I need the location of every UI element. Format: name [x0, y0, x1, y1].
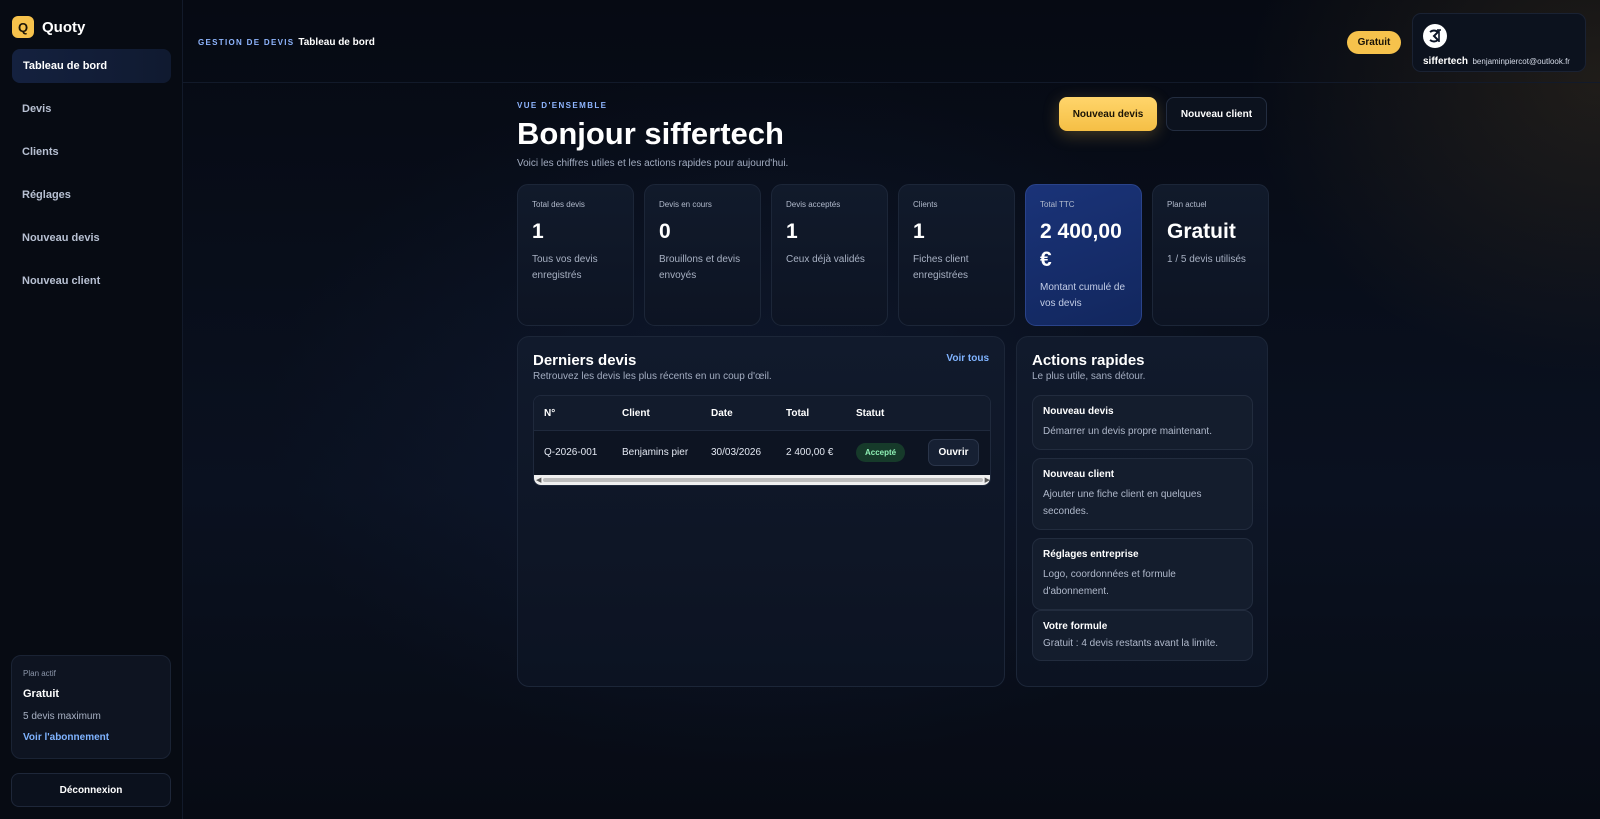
quick-action-your-plan[interactable]: Votre formule Gratuit : 4 devis restants… [1032, 610, 1253, 661]
see-all-link[interactable]: Voir tous [946, 353, 989, 364]
brand-logo-icon: Q [12, 16, 34, 38]
user-email: benjaminpiercot@outlook.fr [1472, 57, 1570, 66]
stat-label: Clients [913, 200, 938, 209]
stat-value: 1 [913, 220, 925, 243]
active-plan-card: Plan actif Gratuit 5 devis maximum Voir … [11, 655, 171, 759]
sidebar-item-new-client[interactable]: Nouveau client [12, 264, 171, 298]
quick-action-title: Nouveau devis [1043, 406, 1114, 417]
quick-actions-title: Actions rapides [1032, 352, 1145, 369]
stat-label: Devis en cours [659, 200, 712, 209]
quick-action-description: Logo, coordonnées et formule d'abonnemen… [1043, 569, 1176, 597]
column-header-client: Client [622, 407, 650, 419]
stat-card-current-plan: Plan actuel Gratuit 1 / 5 devis utilisés [1152, 184, 1269, 326]
scroll-left-arrow-icon[interactable]: ◀ [536, 476, 541, 484]
stat-label: Devis acceptés [786, 200, 841, 209]
stat-description: 1 / 5 devis utilisés [1167, 254, 1246, 265]
top-bar: GESTION DE DEVIS Tableau de bord Gratuit… [183, 0, 1600, 83]
stat-card-quotes-in-progress: Devis en cours 0 Brouillons et devis env… [644, 184, 761, 326]
quick-action-company-settings[interactable]: Réglages entreprise Logo, coordonnées et… [1032, 538, 1253, 610]
quick-action-title: Votre formule [1043, 621, 1108, 632]
stat-description: Montant cumulé de vos devis [1040, 282, 1126, 309]
breadcrumb-page: Tableau de bord [298, 37, 375, 48]
open-quote-button[interactable]: Ouvrir [928, 439, 979, 466]
scrollbar-thumb[interactable] [543, 478, 983, 482]
stat-label: Total TTC [1040, 200, 1075, 209]
recent-quotes-subtitle: Retrouvez les devis les plus récents en … [533, 371, 772, 382]
logout-button[interactable]: Déconnexion [11, 773, 171, 807]
plan-label: Plan actif [23, 669, 56, 678]
sidebar-nav: Tableau de bord Devis Clients Réglages N… [12, 49, 171, 307]
page-title: Bonjour siffertech [517, 116, 784, 151]
quote-number: Q-2026-001 [544, 447, 598, 458]
stat-card-total-ttc: Total TTC 2 400,00 € Montant cumulé de v… [1025, 184, 1142, 326]
new-quote-button[interactable]: Nouveau devis [1059, 97, 1157, 131]
stat-card-total-quotes: Total des devis 1 Tous vos devis enregis… [517, 184, 634, 326]
stat-value: Gratuit [1167, 220, 1236, 243]
stat-value: 0 [659, 220, 671, 243]
stat-value: 1 [786, 220, 798, 243]
quote-date: 30/03/2026 [711, 447, 762, 458]
sidebar: Q Quoty Tableau de bord Devis Clients Ré… [0, 0, 183, 819]
quote-total: 2 400,00 € [786, 447, 834, 458]
table-row[interactable]: Q-2026-001 Benjamins pier 30/03/2026 2 4… [534, 431, 990, 474]
recent-quotes-table: N° Client Date Total Statut Q-2026-001 B… [533, 395, 991, 486]
quote-client: Benjamins pier [622, 447, 689, 458]
quick-action-description: Ajouter une fiche client en quelques sec… [1043, 489, 1202, 517]
stat-value: 2 400,00 € [1040, 220, 1122, 271]
breadcrumb-section: GESTION DE DEVIS [198, 38, 295, 47]
plan-name: Gratuit [23, 688, 60, 700]
stat-description: Fiches client enregistrées [913, 254, 969, 281]
quick-action-title: Réglages entreprise [1043, 549, 1139, 560]
recent-quotes-panel: Derniers devis Retrouvez les devis les p… [517, 336, 1005, 687]
brand-name: Quoty [42, 18, 86, 36]
table-header: N° Client Date Total Statut [534, 396, 990, 431]
stat-card-accepted-quotes: Devis acceptés 1 Ceux déjà validés [771, 184, 888, 326]
stat-description: Ceux déjà validés [786, 254, 865, 265]
quick-action-new-quote[interactable]: Nouveau devis Démarrer un devis propre m… [1032, 395, 1253, 450]
page-subtitle: Voici les chiffres utiles et les actions… [517, 158, 789, 169]
stat-label: Plan actuel [1167, 200, 1207, 209]
quick-action-description: Démarrer un devis propre maintenant. [1043, 426, 1212, 437]
stats-row: Total des devis 1 Tous vos devis enregis… [517, 184, 1269, 326]
status-cell: Accepté [856, 431, 906, 474]
table-horizontal-scrollbar[interactable]: ◀ ▶ [534, 475, 990, 485]
stat-label: Total des devis [532, 200, 585, 209]
plan-limit: 5 devis maximum [23, 711, 101, 722]
quick-actions-subtitle: Le plus utile, sans détour. [1032, 371, 1146, 382]
new-client-button[interactable]: Nouveau client [1166, 97, 1267, 131]
user-menu[interactable]: siffertech benjaminpiercot@outlook.fr [1412, 13, 1586, 72]
recent-quotes-title: Derniers devis [533, 352, 637, 369]
sidebar-item-settings[interactable]: Réglages [12, 178, 171, 212]
column-header-total: Total [786, 407, 810, 419]
stat-card-clients: Clients 1 Fiches client enregistrées [898, 184, 1015, 326]
breadcrumb: GESTION DE DEVIS Tableau de bord [198, 37, 375, 48]
plan-badge[interactable]: Gratuit [1347, 31, 1401, 54]
user-name: siffertech [1423, 56, 1469, 67]
quick-action-description: Gratuit : 4 devis restants avant la limi… [1043, 638, 1219, 649]
stat-description: Brouillons et devis envoyés [659, 254, 741, 281]
column-header-number: N° [544, 407, 556, 419]
stat-description: Tous vos devis enregistrés [532, 254, 598, 281]
sidebar-item-quotes[interactable]: Devis [12, 92, 171, 126]
user-identity: siffertech benjaminpiercot@outlook.fr [1423, 51, 1570, 69]
quick-action-title: Nouveau client [1043, 469, 1115, 480]
sidebar-item-clients[interactable]: Clients [12, 135, 171, 169]
sidebar-item-new-quote[interactable]: Nouveau devis [12, 221, 171, 255]
stat-value: 1 [532, 220, 544, 243]
brand[interactable]: Q Quoty [12, 16, 85, 38]
column-header-status: Statut [856, 407, 885, 419]
column-header-date: Date [711, 407, 733, 419]
quick-action-new-client[interactable]: Nouveau client Ajouter une fiche client … [1032, 458, 1253, 530]
quick-actions-panel: Actions rapides Le plus utile, sans déto… [1016, 336, 1268, 687]
action-cell: Ouvrir [928, 431, 979, 474]
scroll-right-arrow-icon[interactable]: ▶ [985, 476, 990, 484]
status-badge: Accepté [856, 443, 906, 462]
company-logo-icon [1423, 24, 1447, 48]
sidebar-item-dashboard[interactable]: Tableau de bord [12, 49, 171, 83]
overview-eyebrow: VUE D'ENSEMBLE [517, 101, 608, 110]
view-subscription-link[interactable]: Voir l'abonnement [23, 732, 159, 743]
